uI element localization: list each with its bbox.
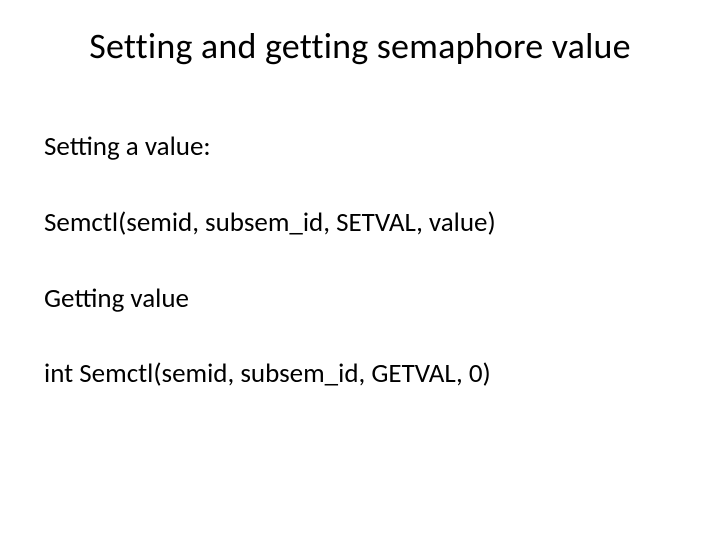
text-line: Getting value [44, 282, 676, 316]
text-line: int Semctl(semid, subsem_id, GETVAL, 0) [44, 357, 676, 391]
slide-body: Setting a value: Semctl(semid, subsem_id… [44, 130, 676, 391]
text-line: Setting a value: [44, 130, 676, 164]
slide: Setting and getting semaphore value Sett… [0, 0, 720, 540]
text-line: Semctl(semid, subsem_id, SETVAL, value) [44, 206, 676, 240]
slide-title: Setting and getting semaphore value [0, 24, 720, 68]
